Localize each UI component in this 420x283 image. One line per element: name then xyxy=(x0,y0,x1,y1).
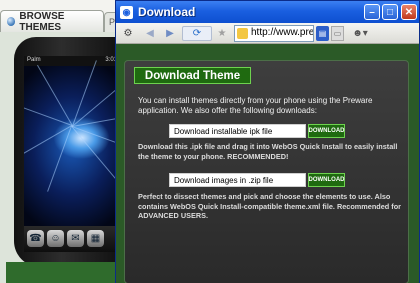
calendar-app-icon: ▦ xyxy=(87,230,104,247)
tab-browse-themes[interactable]: BROWSE THEMES xyxy=(0,10,104,33)
wallpaper-ray xyxy=(71,126,120,151)
intro-text: You can install themes directly from you… xyxy=(138,96,373,115)
user-icon[interactable]: ☻▾ xyxy=(348,26,372,41)
mail-app-icon: ✉ xyxy=(67,230,84,247)
phone-screen-image: Palm 3:01 ☎ ☺ ✉ ▦ xyxy=(24,56,120,252)
favicon-icon xyxy=(237,28,248,39)
forward-arrow-icon[interactable]: ▶ xyxy=(162,26,178,41)
gear-icon[interactable]: ⚙ xyxy=(120,26,136,41)
phone-status-bar: Palm 3:01 xyxy=(24,56,120,66)
zip-download-field-text: Download images in .zip file xyxy=(174,175,274,185)
bookmark-icon[interactable]: ★ xyxy=(214,26,230,41)
contacts-app-icon: ☺ xyxy=(47,230,64,247)
download-panel: Download Theme You can install themes di… xyxy=(124,60,409,283)
phone-carrier: Palm xyxy=(27,57,41,63)
ipk-description: Download this .ipk file and drag it into… xyxy=(138,142,398,161)
browser-tab-icon xyxy=(7,17,16,26)
address-bar[interactable]: http://www.preth xyxy=(234,25,314,42)
wallpaper-ray xyxy=(37,64,73,126)
minimize-button[interactable]: – xyxy=(364,4,380,20)
zip-download-button[interactable]: DOWNLOAD xyxy=(308,173,345,187)
settings-icon[interactable]: ▭ xyxy=(331,26,344,41)
page-content: Download Theme You can install themes di… xyxy=(116,44,419,283)
ipk-download-field[interactable]: Download installable ipk file xyxy=(169,124,306,138)
ipk-download-button[interactable]: DOWNLOAD xyxy=(308,124,345,138)
zip-description: Perfect to dissect themes and pick and c… xyxy=(138,192,402,221)
window-title: Download xyxy=(138,5,196,19)
zip-download-field[interactable]: Download images in .zip file xyxy=(169,173,306,187)
reload-icon[interactable]: ⟳ xyxy=(182,26,212,41)
maximize-button[interactable]: □ xyxy=(382,4,398,20)
window-titlebar[interactable]: ◉ Download – □ ✕ xyxy=(116,1,419,23)
page-title: Download Theme xyxy=(134,67,251,84)
window-app-icon: ◉ xyxy=(120,5,133,19)
phone-wallpaper xyxy=(24,60,120,226)
phone-dock: ☎ ☺ ✉ ▦ xyxy=(24,226,120,252)
ipk-download-field-text: Download installable ipk file xyxy=(174,126,273,136)
close-button[interactable]: ✕ xyxy=(401,4,417,20)
page-icon[interactable]: ▤ xyxy=(316,26,329,41)
back-arrow-icon[interactable]: ◀ xyxy=(142,26,158,41)
tab-browse-themes-label: BROWSE THEMES xyxy=(19,10,65,33)
background-footer-strip xyxy=(6,262,118,283)
phone-app-icon: ☎ xyxy=(27,230,44,247)
browser-toolbar: ⚙ ◀ ▶ ⟳ ★ http://www.preth ▤ ▭ ☻▾ xyxy=(116,23,419,44)
download-window: ◉ Download – □ ✕ ⚙ ◀ ▶ ⟳ ★ http://www.pr… xyxy=(115,0,420,283)
address-bar-text: http://www.preth xyxy=(251,27,314,38)
